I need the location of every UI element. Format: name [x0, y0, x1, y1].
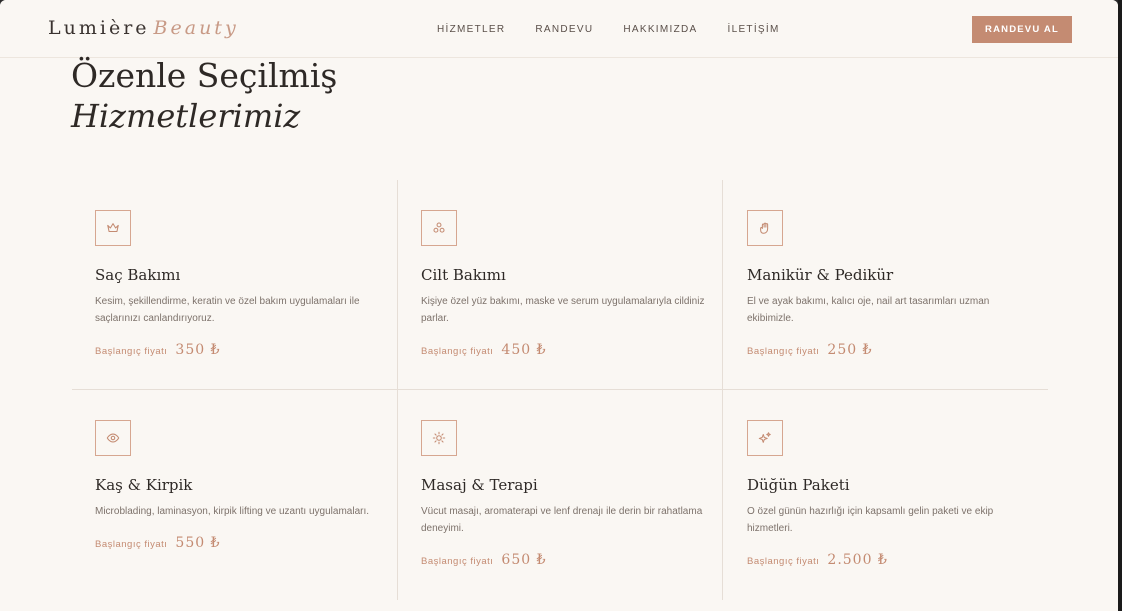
price-label: Başlangıç fiyatı — [421, 346, 494, 357]
service-description: Vücut masajı, aromaterapi ve lenf drenaj… — [421, 506, 703, 534]
service-price: Başlangıç fiyatı 450 ₺ — [421, 342, 721, 358]
service-title: Manikür & Pedikür — [747, 266, 894, 284]
price-label: Başlangıç fiyatı — [95, 539, 168, 550]
service-price: Başlangıç fiyatı 250 ₺ — [747, 342, 1047, 358]
services-grid: Saç Bakımı Kesim, şekillendirme, keratin… — [72, 180, 1048, 600]
service-price: Başlangıç fiyatı 650 ₺ — [421, 552, 721, 568]
service-title: Saç Bakımı — [95, 266, 181, 284]
section-subtitle: Hizmetlerimiz — [71, 97, 301, 135]
grid-divider — [722, 180, 723, 600]
price-label: Başlangıç fiyatı — [747, 556, 820, 567]
section-title: Özenle Seçilmiş — [71, 56, 338, 95]
service-price: Başlangıç fiyatı 350 ₺ — [95, 342, 395, 358]
price-label: Başlangıç fiyatı — [95, 346, 168, 357]
crown-icon — [95, 210, 131, 246]
hand-icon — [747, 210, 783, 246]
service-title: Cilt Bakımı — [421, 266, 506, 284]
service-description: El ve ayak bakımı, kalıcı oje, nail art … — [747, 296, 990, 324]
brand-accent: Beauty — [153, 17, 239, 39]
site-header: Lumière Beauty HİZMETLER RANDEVU HAKKIMIZ… — [0, 0, 1118, 58]
service-title: Kaş & Kirpik — [95, 476, 193, 494]
price-value: 2.500 ₺ — [827, 552, 888, 568]
scrollbar[interactable] — [1118, 0, 1122, 611]
flower-icon — [421, 210, 457, 246]
price-label: Başlangıç fiyatı — [421, 556, 494, 567]
price-label: Başlangıç fiyatı — [747, 346, 820, 357]
price-value: 350 ₺ — [175, 342, 221, 358]
service-title: Düğün Paketi — [747, 476, 850, 494]
nav-item-appointment[interactable]: RANDEVU — [535, 24, 593, 35]
main-nav: HİZMETLER RANDEVU HAKKIMIZDA İLETİŞİM — [437, 24, 780, 35]
service-title: Masaj & Terapi — [421, 476, 538, 494]
price-value: 650 ₺ — [501, 552, 547, 568]
price-value: 250 ₺ — [827, 342, 873, 358]
service-description: O özel günün hazırlığı için kapsamlı gel… — [747, 506, 994, 534]
service-description: Kişiye özel yüz bakımı, maske ve serum u… — [421, 296, 705, 324]
service-description: Microblading, laminasyon, kirpik lifting… — [95, 506, 370, 517]
sun-icon — [421, 420, 457, 456]
nav-item-about[interactable]: HAKKIMIZDA — [623, 24, 697, 35]
grid-divider — [397, 180, 398, 600]
section-heading: Özenle Seçilmiş Hizmetlerimiz — [71, 56, 337, 136]
sparkles-icon — [747, 420, 783, 456]
service-card-massage[interactable]: Masaj & Terapi Vücut masajı, aromaterapi… — [421, 420, 721, 568]
eye-icon — [95, 420, 131, 456]
price-value: 450 ₺ — [501, 342, 547, 358]
grid-divider — [72, 389, 1048, 390]
brand-logo[interactable]: Lumière Beauty — [48, 17, 239, 39]
service-card-skin[interactable]: Cilt Bakımı Kişiye özel yüz bakımı, mask… — [421, 210, 721, 358]
nav-item-contact[interactable]: İLETİŞİM — [728, 24, 780, 35]
page: Lumière Beauty HİZMETLER RANDEVU HAKKIMIZ… — [0, 0, 1118, 611]
book-appointment-button[interactable]: RANDEVU AL — [972, 16, 1072, 43]
nav-item-services[interactable]: HİZMETLER — [437, 24, 505, 35]
price-value: 550 ₺ — [175, 535, 221, 551]
service-card-brows[interactable]: Kaş & Kirpik Microblading, laminasyon, k… — [95, 420, 395, 551]
service-description: Kesim, şekillendirme, keratin ve özel ba… — [95, 296, 360, 324]
brand-name: Lumière — [48, 17, 150, 39]
service-price: Başlangıç fiyatı 550 ₺ — [95, 535, 395, 551]
service-card-hair[interactable]: Saç Bakımı Kesim, şekillendirme, keratin… — [95, 210, 395, 358]
service-card-nails[interactable]: Manikür & Pedikür El ve ayak bakımı, kal… — [747, 210, 1047, 358]
service-price: Başlangıç fiyatı 2.500 ₺ — [747, 552, 1047, 568]
service-card-wedding[interactable]: Düğün Paketi O özel günün hazırlığı için… — [747, 420, 1047, 568]
